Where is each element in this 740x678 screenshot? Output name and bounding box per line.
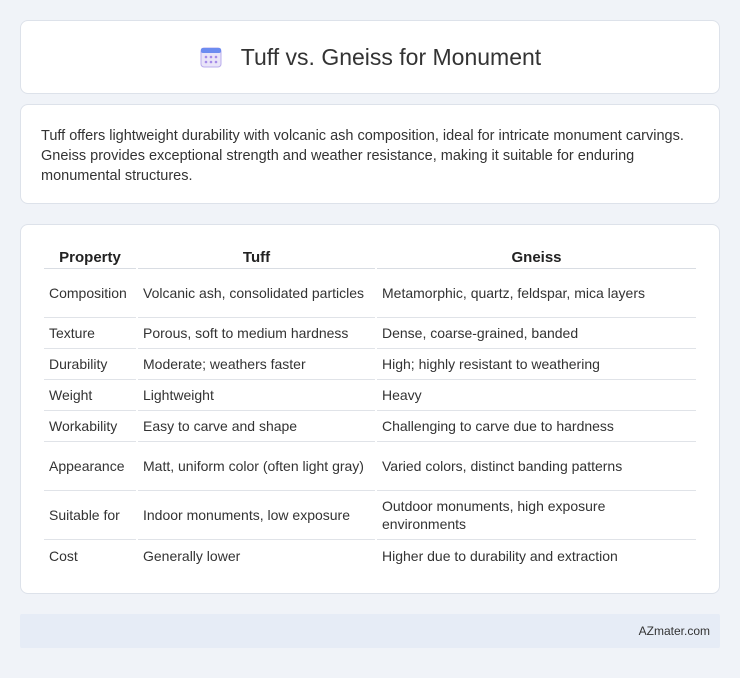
table-row: Suitable for Indoor monuments, low expos… xyxy=(44,491,696,540)
cell-tuff: Matt, uniform color (often light gray) xyxy=(138,442,375,491)
table-row: Cost Generally lower Higher due to durab… xyxy=(44,540,696,571)
table-row: Composition Volcanic ash, consolidated p… xyxy=(44,269,696,318)
cell-gneiss: High; highly resistant to weathering xyxy=(377,349,696,380)
cell-property: Durability xyxy=(44,349,136,380)
header-gneiss: Gneiss xyxy=(377,243,696,269)
cell-property: Texture xyxy=(44,318,136,349)
table-row: Workability Easy to carve and shape Chal… xyxy=(44,411,696,442)
table-row: Weight Lightweight Heavy xyxy=(44,380,696,411)
cell-gneiss: Metamorphic, quartz, feldspar, mica laye… xyxy=(377,269,696,318)
cell-gneiss: Varied colors, distinct banding patterns xyxy=(377,442,696,491)
title-card: Tuff vs. Gneiss for Monument xyxy=(20,20,720,94)
footer-brand: AZmater.com xyxy=(638,624,710,638)
header-tuff: Tuff xyxy=(138,243,375,269)
intro-text: Tuff offers lightweight durability with … xyxy=(41,128,684,184)
cell-property: Suitable for xyxy=(44,491,136,540)
page-title: Tuff vs. Gneiss for Monument xyxy=(240,43,542,70)
intro-card: Tuff offers lightweight durability with … xyxy=(20,104,720,204)
cell-property: Appearance xyxy=(44,442,136,491)
cell-property: Weight xyxy=(44,380,136,411)
table-row: Texture Porous, soft to medium hardness … xyxy=(44,318,696,349)
footer: AZmater.com xyxy=(20,614,720,648)
calendar-icon xyxy=(199,45,223,69)
comparison-card: Property Tuff Gneiss Composition Volcani… xyxy=(20,224,720,594)
cell-tuff: Moderate; weathers faster xyxy=(138,349,375,380)
comparison-table: Property Tuff Gneiss Composition Volcani… xyxy=(42,243,698,571)
cell-gneiss: Heavy xyxy=(377,380,696,411)
cell-gneiss: Dense, coarse-grained, banded xyxy=(377,318,696,349)
header-property: Property xyxy=(44,243,136,269)
cell-tuff: Lightweight xyxy=(138,380,375,411)
cell-tuff: Generally lower xyxy=(143,547,241,564)
cell-property: Cost xyxy=(49,547,78,564)
cell-tuff: Easy to carve and shape xyxy=(138,411,375,442)
cell-gneiss: Higher due to durability and extraction xyxy=(382,547,618,564)
cell-tuff: Indoor monuments, low exposure xyxy=(138,491,375,540)
cell-property: Composition xyxy=(44,269,136,318)
cell-tuff: Volcanic ash, consolidated particles xyxy=(138,269,375,318)
table-header-row: Property Tuff Gneiss xyxy=(44,243,696,269)
cell-property: Workability xyxy=(44,411,136,442)
cell-gneiss: Outdoor monuments, high exposure environ… xyxy=(377,491,696,540)
table-row: Durability Moderate; weathers faster Hig… xyxy=(44,349,696,380)
cell-gneiss: Challenging to carve due to hardness xyxy=(377,411,696,442)
table-row: Appearance Matt, uniform color (often li… xyxy=(44,442,696,491)
cell-tuff: Porous, soft to medium hardness xyxy=(138,318,375,349)
